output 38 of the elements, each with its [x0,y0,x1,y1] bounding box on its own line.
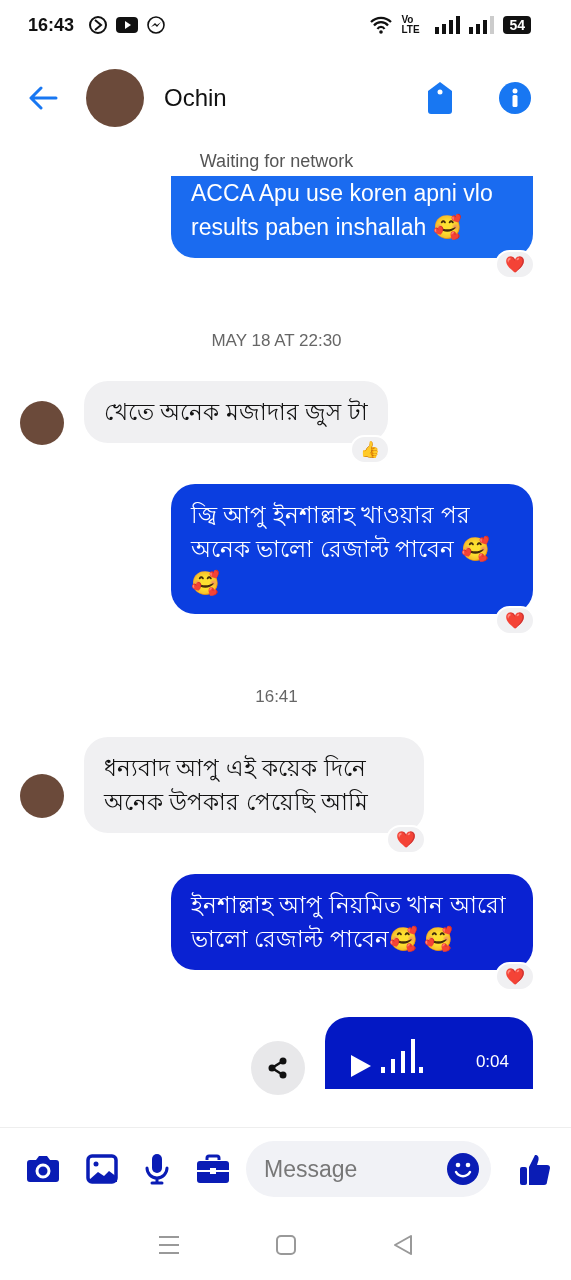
wifi-icon [369,16,394,34]
image-icon[interactable] [86,1154,118,1184]
briefcase-icon[interactable] [196,1154,230,1184]
voice-duration: 0:04 [475,1051,509,1073]
play-icon[interactable] [349,1053,373,1079]
recent-apps-icon[interactable] [157,1235,180,1255]
status-time: 16:43 [28,14,75,36]
sender-avatar[interactable] [20,773,64,818]
signal-icon [435,16,462,34]
reaction-badge[interactable]: ❤ [495,250,535,279]
contact-avatar[interactable] [86,68,144,127]
back-icon[interactable] [391,1234,414,1256]
battery-indicator: 54 [503,16,531,34]
info-icon[interactable] [499,81,531,114]
reaction-badge[interactable]: ❤ [386,825,426,854]
microphone-icon[interactable] [144,1153,170,1185]
message-input[interactable]: Message [246,1141,491,1197]
back-arrow-icon[interactable] [28,85,58,110]
messenger-icon [146,15,167,35]
signal-icon [469,16,496,34]
timestamp: MAY 18 AT 22:30 [211,331,342,351]
camera-icon[interactable] [26,1154,60,1184]
voice-message[interactable]: 0:04 [325,1017,533,1089]
share-button[interactable] [251,1041,305,1095]
network-status-text: Waiting for network [199,150,354,173]
sender-avatar[interactable] [20,400,64,445]
contact-name[interactable]: Ochin [164,83,381,112]
video-app-icon [116,17,139,33]
app-notification-icon [88,15,109,35]
share-icon[interactable] [268,1057,288,1079]
emoji-icon[interactable] [447,1153,479,1185]
network-label: Vo LTE [401,15,421,35]
tag-icon[interactable] [427,81,453,114]
reaction-badge[interactable]: ❤ [495,962,535,991]
home-icon[interactable] [274,1234,297,1256]
thumbs-up-icon[interactable] [519,1152,551,1186]
reaction-badge[interactable]: ❤ [495,606,535,635]
timestamp: 16:41 [255,687,298,707]
